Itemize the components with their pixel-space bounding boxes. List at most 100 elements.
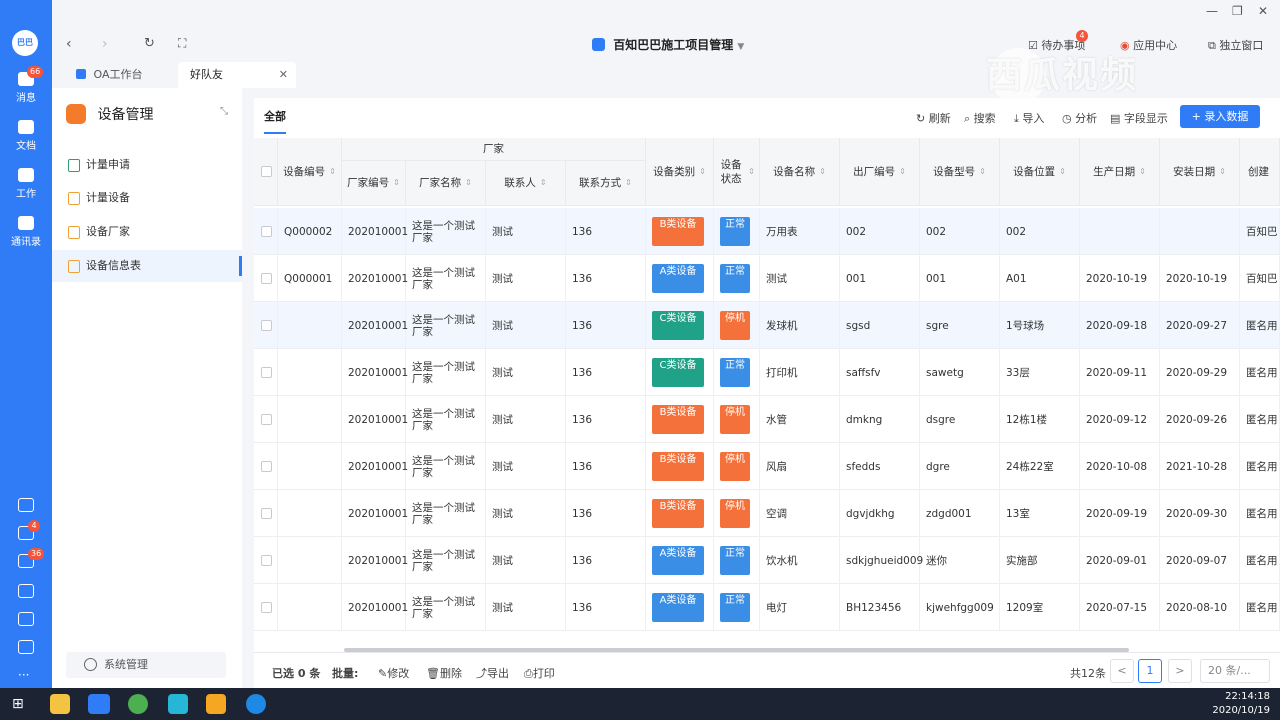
close-tab-icon[interactable]: ✕ (279, 62, 288, 88)
back-icon[interactable]: ‹ (66, 36, 72, 52)
system-clock[interactable]: 22:14:18 2020/10/19 (1212, 690, 1270, 718)
cell-prod-date (1080, 208, 1160, 255)
header-phone[interactable]: 联系方式 ⇕ (566, 161, 646, 206)
field-display-button[interactable]: ▤ 字段显示 (1110, 110, 1168, 126)
browser-icon[interactable] (128, 694, 148, 714)
forward-icon[interactable]: › (102, 36, 108, 52)
header-vendor-code[interactable]: 厂家编号 ⇕ (342, 161, 406, 206)
row-checkbox[interactable] (261, 461, 272, 472)
row-checkbox[interactable] (261, 367, 272, 378)
system-settings-button[interactable]: 系统管理 (66, 652, 226, 678)
prev-page-button[interactable]: < (1110, 659, 1134, 683)
batch-export-button[interactable]: ⤴导出 (476, 665, 509, 681)
sidebar-item-device-info[interactable]: 设备信息表 (52, 250, 242, 282)
rail-item-contacts[interactable]: 通讯录 (0, 216, 52, 248)
windows-start-icon[interactable]: ⊞ (12, 694, 32, 714)
header-serial[interactable]: 出厂编号 ⇕ (840, 138, 920, 206)
app-title[interactable]: 百知巴巴施工项目管理 ▼ (592, 36, 744, 53)
batch-print-button[interactable]: ⎙打印 (524, 665, 555, 681)
table-footer: 已选 0 条 批量: ✎修改 🗑删除 ⤴导出 ⎙打印 共12条 < 1 > 20… (254, 652, 1280, 688)
table-row[interactable]: 202010001 这是一个测试厂家 测试 136 B类设备 停机 空调 dgvjdkhg zd… (254, 490, 1280, 537)
close-window-icon[interactable]: ✕ (1258, 4, 1268, 18)
header-category[interactable]: 设备类别 ⇕ (646, 138, 714, 206)
cell-text: 2020-09-01 (1086, 554, 1148, 567)
cell-code (278, 302, 342, 349)
rail-item-messages[interactable]: 消息 66 (0, 66, 52, 104)
row-checkbox[interactable] (261, 226, 272, 237)
header-location[interactable]: 设备位置 ⇕ (1000, 138, 1080, 206)
refresh-icon[interactable]: ↻ (144, 36, 155, 51)
table-row[interactable]: 202010001 这是一个测试厂家 测试 136 C类设备 正常 打印机 saffsfv sa… (254, 349, 1280, 396)
table-row[interactable]: 202010001 这是一个测试厂家 测试 136 A类设备 正常 电灯 BH123456 kj… (254, 584, 1280, 631)
next-page-button[interactable]: > (1168, 659, 1192, 683)
calendar-icon[interactable] (18, 498, 34, 512)
sidebar-item-meter-request[interactable]: 计量申请 (52, 149, 242, 181)
standalone-window-button[interactable]: ⧉ 独立窗口 (1208, 37, 1263, 53)
cell-creator: 匿名用 (1240, 584, 1280, 631)
rail-item-docs[interactable]: 文档 (0, 120, 52, 152)
office-icon[interactable] (206, 694, 226, 714)
cell-location: 13室 (1000, 490, 1080, 537)
cell-text: 24栋22室 (1006, 460, 1054, 473)
header-code[interactable]: 设备编号 ⇕ (278, 138, 342, 206)
row-checkbox[interactable] (261, 602, 272, 613)
table-row[interactable]: 202010001 这是一个测试厂家 测试 136 C类设备 停机 发球机 sgsd sgre 1… (254, 302, 1280, 349)
table-row[interactable]: Q000002 202010001 这是一个测试厂家 测试 136 B类设备 正常 万用表 00… (254, 208, 1280, 255)
row-checkbox[interactable] (261, 555, 272, 566)
table-row[interactable]: 202010001 这是一个测试厂家 测试 136 B类设备 停机 水管 dmkng dsgre… (254, 396, 1280, 443)
cell-text: 002 (926, 225, 947, 238)
file-explorer-icon[interactable] (50, 694, 70, 714)
refresh-button[interactable]: ↻ 刷新 (916, 110, 951, 126)
header-creator[interactable]: 创建 (1240, 138, 1280, 206)
batch-delete-button[interactable]: 🗑删除 (426, 665, 462, 681)
search-button[interactable]: ⌕ 搜索 (964, 110, 996, 126)
cell-vendor-name: 这是一个测试厂家 (406, 490, 486, 537)
select-all-checkbox[interactable] (260, 166, 272, 177)
header-status[interactable]: 设备状态 ⇕ (714, 138, 760, 206)
chat-app-icon[interactable] (246, 694, 266, 714)
header-category-label: 设备类别 (653, 165, 696, 178)
header-prod-date[interactable]: 生产日期 ⇕ (1080, 138, 1160, 206)
tab-haoduiyou[interactable]: 好队友 ✕ (178, 62, 296, 88)
row-checkbox[interactable] (261, 508, 272, 519)
import-button[interactable]: ⤓ 导入 (1014, 110, 1044, 126)
add-record-button[interactable]: + 录入数据 (1180, 105, 1260, 128)
page-1-button[interactable]: 1 (1138, 659, 1162, 683)
tab-oa-workbench[interactable]: OA工作台 (64, 62, 174, 88)
mail-icon[interactable] (18, 612, 34, 626)
header-vendor-name[interactable]: 厂家名称 ⇕ (406, 161, 486, 206)
maximize-icon[interactable]: ❐ (1232, 4, 1243, 18)
cell-text: 2020-09-11 (1086, 366, 1148, 379)
row-checkbox[interactable] (261, 273, 272, 284)
rail-item-work[interactable]: 工作 (0, 168, 52, 200)
app-logo[interactable]: 巴巴 (12, 30, 38, 56)
media-icon[interactable] (168, 694, 188, 714)
header-name[interactable]: 设备名称 ⇕ (760, 138, 840, 206)
category-tag: A类设备 (652, 593, 704, 622)
tab-all[interactable]: 全部 (264, 108, 286, 134)
page-size-select[interactable]: 20 条/... (1200, 659, 1270, 683)
more-icon[interactable]: ··· (18, 668, 29, 682)
header-model[interactable]: 设备型号 ⇕ (920, 138, 1000, 206)
table-row[interactable]: 202010001 这是一个测试厂家 测试 136 A类设备 正常 饮水机 sdkjghuei… (254, 537, 1280, 584)
collapse-icon[interactable]: ⤡ (220, 106, 228, 117)
header-contact[interactable]: 联系人 ⇕ (486, 161, 566, 206)
refresh-small-icon: ↻ (916, 112, 926, 125)
apps-icon[interactable] (18, 640, 34, 654)
row-checkbox[interactable] (261, 414, 272, 425)
row-checkbox[interactable] (261, 320, 272, 331)
header-select-all[interactable] (254, 138, 278, 206)
batch-edit-button[interactable]: ✎修改 (378, 665, 409, 681)
oa-icon (76, 69, 86, 79)
analysis-button[interactable]: ◷ 分析 (1062, 110, 1097, 126)
phone-icon[interactable] (18, 584, 34, 598)
table-row[interactable]: Q000001 202010001 这是一个测试厂家 测试 136 A类设备 正常 测试 001… (254, 255, 1280, 302)
sidebar-item-meter-device[interactable]: 计量设备 (52, 182, 242, 214)
cell-text: 002 (1006, 225, 1027, 238)
header-install-date[interactable]: 安装日期 ⇕ (1160, 138, 1240, 206)
sidebar-item-vendor[interactable]: 设备厂家 (52, 216, 242, 248)
table-row[interactable]: 202010001 这是一个测试厂家 测试 136 B类设备 停机 风扇 sfedds dgre… (254, 443, 1280, 490)
fullscreen-icon[interactable]: ⛶ (178, 36, 186, 51)
minimize-icon[interactable]: — (1206, 4, 1218, 18)
app-taskbar-icon[interactable] (88, 694, 110, 714)
